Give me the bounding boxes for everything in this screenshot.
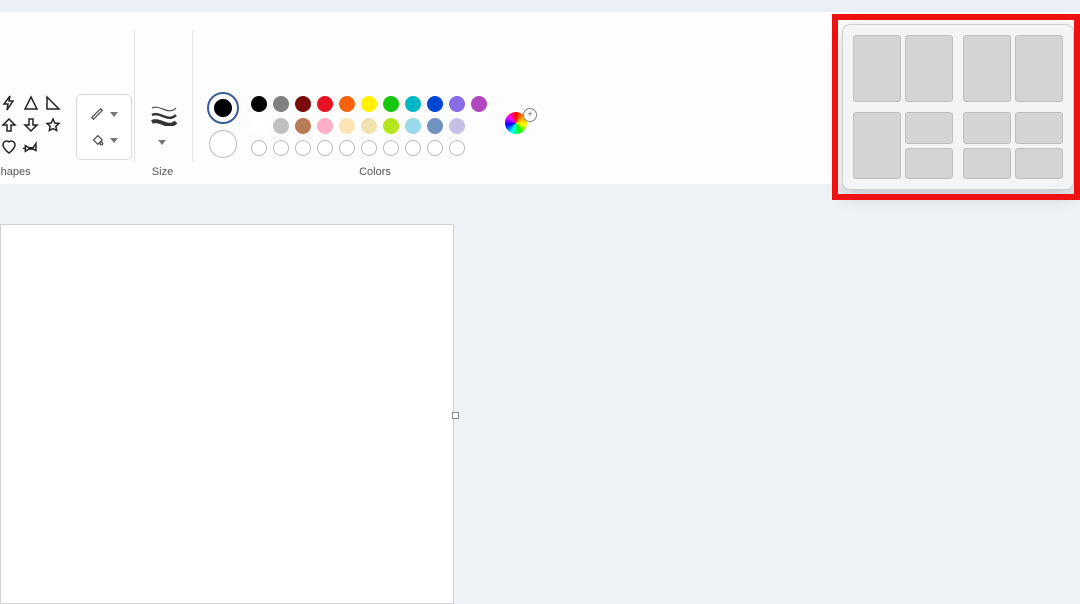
color-swatch[interactable] — [339, 96, 355, 112]
snap-layout-option[interactable] — [963, 112, 1063, 179]
colors-group: + Colors — [195, 12, 555, 184]
color-swatch[interactable] — [339, 118, 355, 134]
color2-swatch[interactable] — [209, 130, 237, 158]
plus-icon: + — [523, 108, 537, 122]
color-swatch[interactable] — [361, 96, 377, 112]
color-swatch[interactable] — [427, 96, 443, 112]
workspace — [0, 184, 1080, 602]
color-swatch[interactable] — [449, 140, 465, 156]
color-swatch[interactable] — [471, 96, 487, 112]
title-bar — [0, 0, 1080, 12]
triangle-icon[interactable] — [22, 94, 40, 112]
color-swatch[interactable] — [273, 96, 289, 112]
pin-icon[interactable] — [22, 138, 40, 156]
color-swatch[interactable] — [427, 118, 443, 134]
color-swatch[interactable] — [383, 118, 399, 134]
snap-layout-option[interactable] — [853, 112, 953, 179]
color-palette — [251, 96, 487, 156]
color-swatch[interactable] — [317, 140, 333, 156]
color-swatch[interactable] — [449, 96, 465, 112]
color-swatch[interactable] — [405, 96, 421, 112]
separator — [192, 30, 193, 162]
fill-dropdown[interactable] — [90, 133, 118, 147]
chevron-down-icon — [110, 138, 118, 143]
canvas[interactable] — [0, 224, 454, 604]
color-swatch[interactable] — [273, 118, 289, 134]
resize-handle-right[interactable] — [452, 412, 459, 419]
blank-shape — [44, 138, 62, 156]
size-button[interactable] — [147, 98, 181, 132]
colors-label: Colors — [195, 166, 555, 178]
arrow-up-icon[interactable] — [0, 116, 18, 134]
color-swatch[interactable] — [361, 140, 377, 156]
color-swatch[interactable] — [339, 140, 355, 156]
shape-options-group — [70, 12, 128, 184]
color-swatch[interactable] — [383, 140, 399, 156]
outline-dropdown[interactable] — [90, 107, 118, 121]
size-label: Size — [135, 166, 190, 178]
color-swatch[interactable] — [317, 118, 333, 134]
right-triangle-icon[interactable] — [44, 94, 62, 112]
color-swatch[interactable] — [317, 96, 333, 112]
snap-layout-option[interactable] — [853, 35, 953, 102]
color-swatch[interactable] — [273, 140, 289, 156]
color-swatch[interactable] — [361, 118, 377, 134]
color-swatch[interactable] — [295, 118, 311, 134]
chevron-down-icon — [110, 112, 118, 117]
shape-options-box — [76, 94, 132, 160]
snap-layouts-popup — [842, 24, 1074, 190]
chevron-down-icon — [158, 140, 166, 145]
shapes-label: Shapes — [0, 166, 60, 178]
color-swatch[interactable] — [251, 140, 267, 156]
color-swatch[interactable] — [405, 140, 421, 156]
color-swatch[interactable] — [251, 118, 267, 134]
color-swatch[interactable] — [449, 118, 465, 134]
shape-gallery[interactable] — [0, 94, 62, 156]
color-swatch[interactable] — [405, 118, 421, 134]
heart-icon[interactable] — [0, 138, 18, 156]
arrow-down-icon[interactable] — [22, 116, 40, 134]
color1-swatch[interactable] — [209, 94, 237, 122]
size-group: Size — [135, 12, 190, 184]
color-swatch[interactable] — [383, 96, 399, 112]
color-swatch[interactable] — [295, 140, 311, 156]
lightning-icon[interactable] — [0, 94, 18, 112]
color-swatch[interactable] — [295, 96, 311, 112]
color-swatch[interactable] — [251, 96, 267, 112]
star-icon[interactable] — [44, 116, 62, 134]
color-swatch[interactable] — [427, 140, 443, 156]
shapes-group: Shapes — [0, 12, 60, 184]
snap-layout-option[interactable] — [963, 35, 1063, 102]
